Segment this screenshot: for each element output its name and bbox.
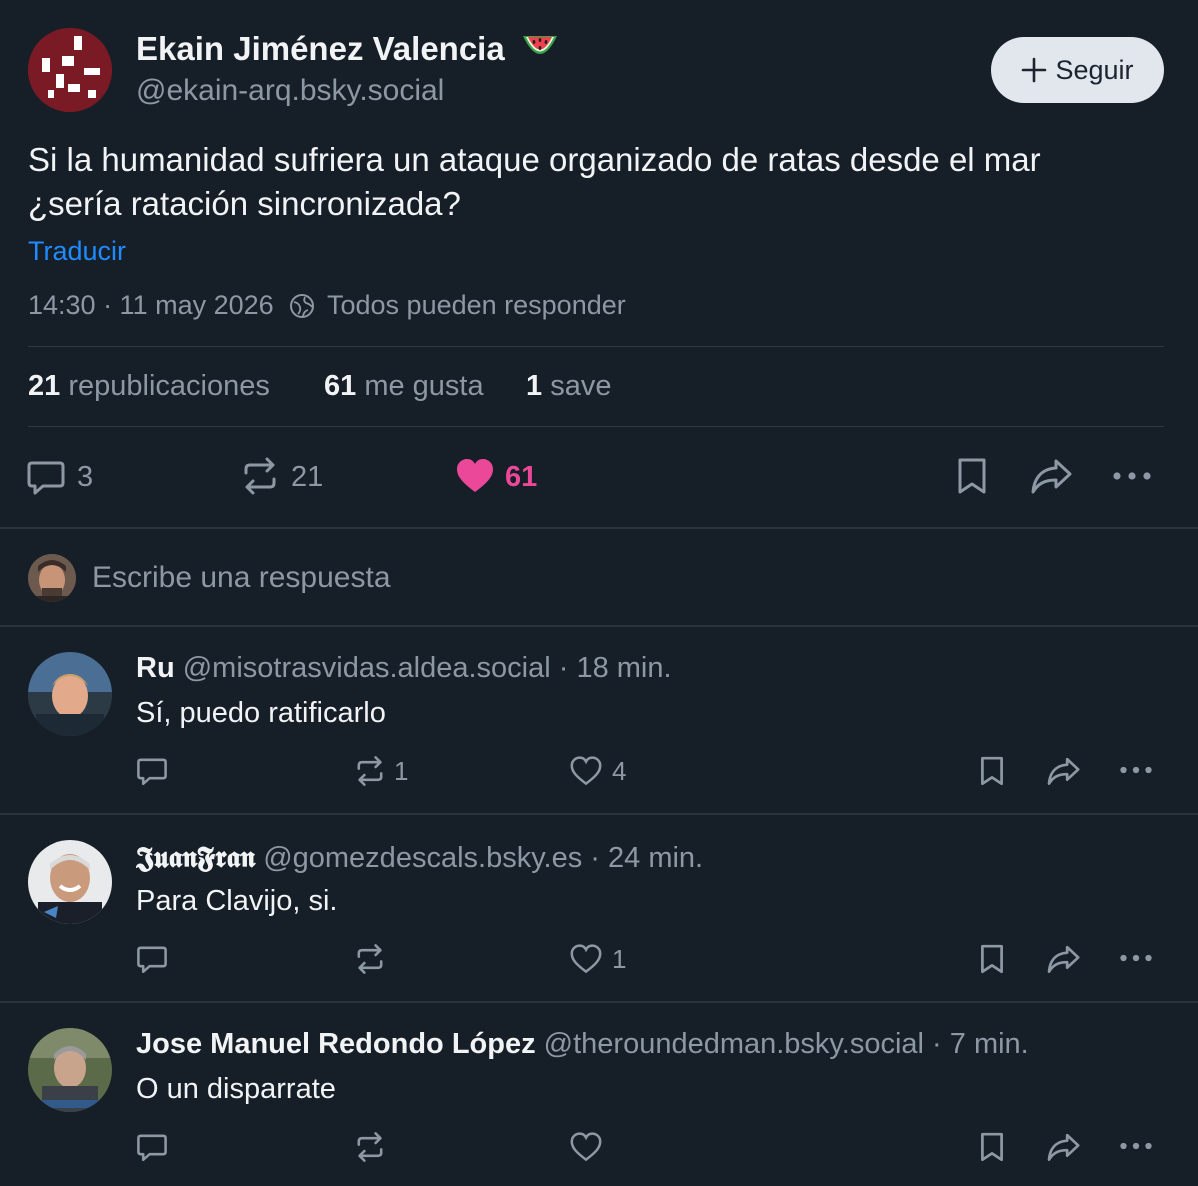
watermelon-emoji [520, 32, 560, 72]
post-text-line2: ¿sería ratación sincronizada? [28, 185, 461, 222]
divider [28, 426, 1164, 427]
reply-avatar[interactable] [28, 652, 112, 736]
reply-time: · 18 min. [558, 652, 672, 684]
reply-author-name[interactable]: Jose Manuel Redondo López [136, 1028, 536, 1060]
reply-time: · 24 min. [590, 842, 704, 874]
post-meta: 14:30 · 11 may 2026 [28, 290, 274, 321]
reply-count: 3 [77, 461, 94, 493]
reply-avatar[interactable] [28, 840, 112, 924]
plus-icon [1022, 57, 1047, 83]
reply-header: Jose Manuel Redondo López @theroundedman… [136, 1028, 1029, 1061]
reply-icon[interactable] [136, 1131, 168, 1163]
repost-count: 21 [291, 461, 324, 493]
saves-stat[interactable]: 1 save [526, 370, 611, 403]
section-divider [0, 527, 1198, 529]
post-author-avatar[interactable] [28, 28, 112, 112]
more-options-icon[interactable] [1119, 953, 1153, 963]
reply-text: Sí, puedo ratificarlo [136, 697, 386, 729]
reply-author-handle[interactable]: @gomezdescals.bsky.es [263, 842, 582, 874]
reply-time: · 7 min. [932, 1028, 1029, 1060]
divider [28, 346, 1164, 347]
heart-icon[interactable] [569, 756, 603, 786]
repost-icon[interactable] [354, 943, 386, 975]
repost-icon[interactable] [354, 755, 386, 787]
reply-author-name[interactable]: Ru [136, 652, 175, 684]
bookmark-icon[interactable] [978, 1131, 1006, 1163]
reply-author-handle[interactable]: @misotrasvidas.aldea.social [183, 652, 551, 684]
more-options-icon[interactable] [1112, 470, 1152, 482]
reply-setting[interactable]: Todos pueden responder [327, 290, 626, 321]
share-icon[interactable] [1030, 457, 1074, 495]
heart-icon[interactable] [569, 944, 603, 974]
reply-icon[interactable] [136, 755, 168, 787]
saves-stat-count: 1 [526, 370, 543, 402]
reposts-stat[interactable]: 21 republicaciones [28, 370, 270, 403]
author-avatar-pattern [28, 28, 112, 112]
bookmark-icon[interactable] [978, 755, 1006, 787]
reply-text: Para Clavijo, si. [136, 885, 338, 917]
section-divider [0, 813, 1198, 815]
reposts-stat-count: 21 [28, 370, 61, 402]
translate-link[interactable]: Traducir [28, 236, 126, 267]
post-author-handle[interactable]: @ekain-arq.bsky.social [136, 74, 444, 108]
heart-filled-icon[interactable] [455, 457, 495, 495]
section-divider [0, 1001, 1198, 1003]
repost-icon[interactable] [354, 1131, 386, 1163]
share-icon[interactable] [1046, 756, 1082, 786]
like-count: 61 [505, 461, 538, 493]
reply-header: 𝕵𝖚𝖆𝖓𝕱𝖗𝖆𝖓 @gomezdescals.bsky.es · 24 min. [136, 840, 703, 875]
share-icon[interactable] [1046, 944, 1082, 974]
more-options-icon[interactable] [1119, 1141, 1153, 1151]
bookmark-icon[interactable] [955, 456, 989, 496]
likes-stat-count: 61 [324, 370, 357, 402]
likes-stat[interactable]: 61 me gusta [324, 370, 484, 403]
follow-label: Seguir [1055, 54, 1134, 85]
reply-avatar[interactable] [28, 1028, 112, 1112]
post-author-name[interactable]: Ekain Jiménez Valencia [136, 30, 505, 67]
more-options-icon[interactable] [1119, 765, 1153, 775]
repost-count: 1 [394, 756, 409, 786]
share-icon[interactable] [1046, 1132, 1082, 1162]
post-author-line: Ekain Jiménez Valencia [136, 30, 560, 72]
follow-button[interactable]: Seguir [991, 37, 1164, 103]
post-text: Si la humanidad sufriera un ataque organ… [28, 138, 1041, 226]
reply-header: Ru @misotrasvidas.aldea.social · 18 min. [136, 652, 672, 685]
globe-icon [290, 294, 314, 318]
reply-icon[interactable] [26, 457, 66, 497]
heart-icon[interactable] [569, 1132, 603, 1162]
likes-stat-label: me gusta [364, 370, 484, 402]
section-divider [0, 625, 1198, 627]
post-timestamp: 14:30 · 11 may 2026 [28, 290, 274, 320]
repost-icon[interactable] [240, 456, 280, 496]
reply-author-handle[interactable]: @theroundedman.bsky.social [544, 1028, 924, 1060]
bookmark-icon[interactable] [978, 943, 1006, 975]
reply-icon[interactable] [136, 943, 168, 975]
post-text-line1: Si la humanidad sufriera un ataque organ… [28, 141, 1041, 178]
saves-stat-label: save [550, 370, 612, 402]
reply-input[interactable]: Escribe una respuesta [92, 561, 391, 595]
reply-text: O un disparrate [136, 1073, 336, 1105]
current-user-avatar [28, 554, 76, 602]
reply-author-name[interactable]: 𝕵𝖚𝖆𝖓𝕱𝖗𝖆𝖓 [136, 840, 255, 874]
like-count: 4 [612, 756, 627, 786]
reposts-stat-label: republicaciones [68, 370, 270, 402]
like-count: 1 [612, 944, 627, 974]
